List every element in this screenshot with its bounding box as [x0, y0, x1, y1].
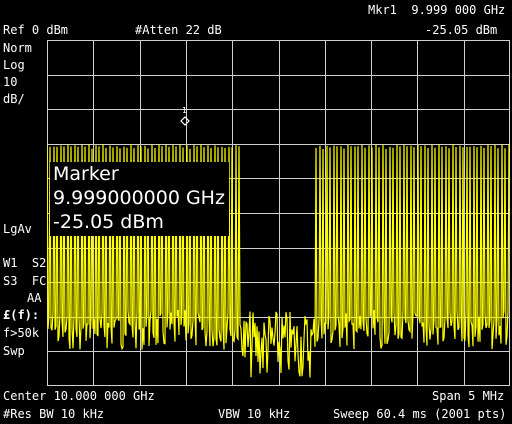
sweep-label: Swp	[3, 344, 25, 358]
marker-frequency: 9.999000000 GHz	[53, 187, 225, 209]
scale-value: 10	[3, 75, 18, 89]
frequency-span: Span 5 MHz	[432, 389, 505, 403]
spectrum-analyzer-screen: Mkr1 9.999 000 GHz Ref 0 dBm #Atten 22 d…	[0, 0, 512, 424]
marker-icon	[180, 116, 190, 126]
trace-w1-s2: W1 S2	[3, 256, 47, 270]
trace-s3-fc: S3 FC	[3, 274, 47, 288]
marker-amplitude-readout: -25.05 dBm	[425, 23, 498, 37]
video-bandwidth: VBW 10 kHz	[218, 407, 291, 421]
detector-mode: Norm	[3, 41, 32, 55]
marker-amplitude: -25.05 dBm	[53, 211, 164, 233]
center-frequency: Center 10.000 000 GHz	[3, 389, 155, 403]
function-label: £(f):	[3, 308, 40, 322]
average-type: LgAv	[3, 222, 32, 236]
sweep-time: Sweep 60.4 ms (2001 pts)	[333, 407, 507, 421]
function-threshold: f>50k	[3, 326, 40, 340]
trace-aa: AA	[27, 291, 42, 305]
scale-type: Log	[3, 58, 25, 72]
marker-number: 1	[182, 106, 187, 115]
attenuation: #Atten 22 dB	[135, 23, 222, 37]
marker-readout-box: Marker 9.999000000 GHz -25.05 dBm	[50, 162, 229, 236]
scale-unit: dB/	[3, 92, 25, 106]
resolution-bandwidth: #Res BW 10 kHz	[3, 407, 105, 421]
marker-frequency-readout: Mkr1 9.999 000 GHz	[368, 3, 506, 17]
marker-title: Marker	[53, 163, 119, 185]
reference-level: Ref 0 dBm	[3, 23, 69, 37]
